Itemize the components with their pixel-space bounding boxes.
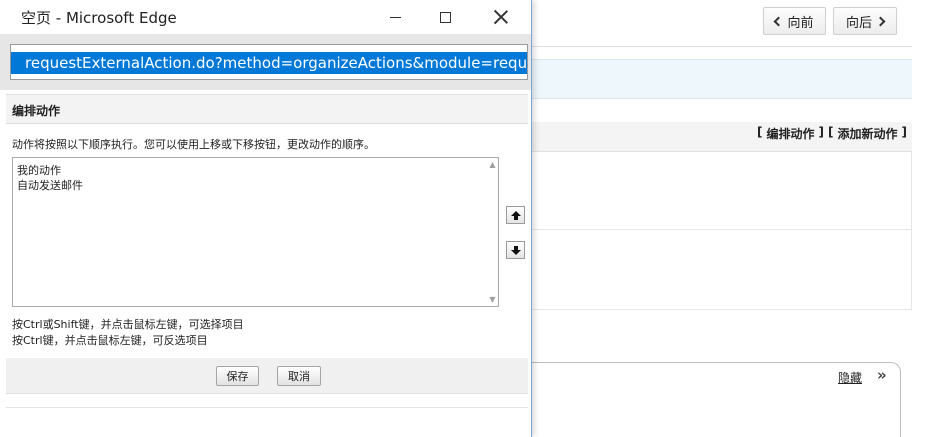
selection-hint: 按Ctrl或Shift键，并点击鼠标左键，可选择项目 (12, 318, 244, 331)
arrow-down-icon (510, 245, 521, 255)
next-button-label: 向后 (845, 15, 872, 31)
previous-button[interactable]: 向前 (763, 7, 826, 35)
chevron-left-icon (774, 16, 784, 26)
address-bar-area: requestExternalAction.do?method=organize… (0, 34, 531, 90)
bracket-close: ] (901, 125, 907, 139)
actions-list: 我的动作 自动发送邮件 (13, 163, 83, 193)
maximize-icon (439, 11, 451, 23)
add-action-link[interactable]: 添加新动作 (838, 125, 898, 142)
address-input[interactable]: requestExternalAction.do?method=organize… (10, 44, 528, 80)
close-icon (494, 10, 508, 24)
minimize-icon (389, 16, 401, 18)
bracket-close: ] (818, 125, 825, 139)
scroll-up-icon[interactable]: ▲ (489, 161, 496, 169)
arrow-up-icon (510, 210, 521, 220)
bracket-open: [ (757, 125, 763, 139)
minimize-button[interactable] (372, 0, 418, 34)
scroll-down-icon[interactable]: ▼ (489, 296, 496, 304)
move-down-button[interactable] (506, 241, 525, 259)
double-chevron-right-icon[interactable]: » (877, 366, 887, 384)
chevron-right-icon (875, 16, 886, 26)
dialog-instruction: 动作将按照以下顺序执行。您可以使用上移或下移按钮，更改动作的顺序。 (12, 138, 375, 151)
maximize-button[interactable] (422, 0, 468, 34)
divider (6, 407, 528, 408)
dialog-title: 编排动作 (12, 104, 61, 118)
window-title: 空页 - Microsoft Edge (21, 9, 177, 27)
move-up-button[interactable] (506, 206, 525, 224)
dialog-header: 编排动作 (6, 94, 528, 124)
save-button[interactable]: 保存 (216, 366, 259, 386)
actions-listbox[interactable]: 我的动作 自动发送邮件 ▲ ▼ (12, 157, 499, 307)
cancel-button[interactable]: 取消 (277, 366, 321, 386)
close-button[interactable] (478, 0, 524, 34)
edge-popup-window: 空页 - Microsoft Edge requestExternalActio… (0, 0, 532, 437)
next-button[interactable]: 向后 (833, 7, 897, 35)
hide-panel-link[interactable]: 隐藏 (838, 369, 862, 386)
list-item[interactable]: 我的动作 (13, 163, 83, 178)
address-url-selected[interactable]: requestExternalAction.do?method=organize… (11, 52, 527, 74)
section-links: [ 编排动作 ] [ 添加新动作 ] (757, 125, 907, 142)
listbox-scrollbar[interactable]: ▲ ▼ (487, 158, 498, 306)
dialog-footer: 保存 取消 (6, 358, 528, 394)
deselection-hint: 按Ctrl键，并点击鼠标左键，可反选项目 (12, 334, 208, 347)
window-titlebar[interactable]: 空页 - Microsoft Edge (0, 0, 531, 34)
list-item[interactable]: 自动发送邮件 (13, 178, 83, 193)
previous-button-label: 向前 (787, 15, 814, 31)
edit-actions-link[interactable]: 编排动作 (767, 125, 815, 142)
bracket-open: [ (828, 125, 834, 139)
